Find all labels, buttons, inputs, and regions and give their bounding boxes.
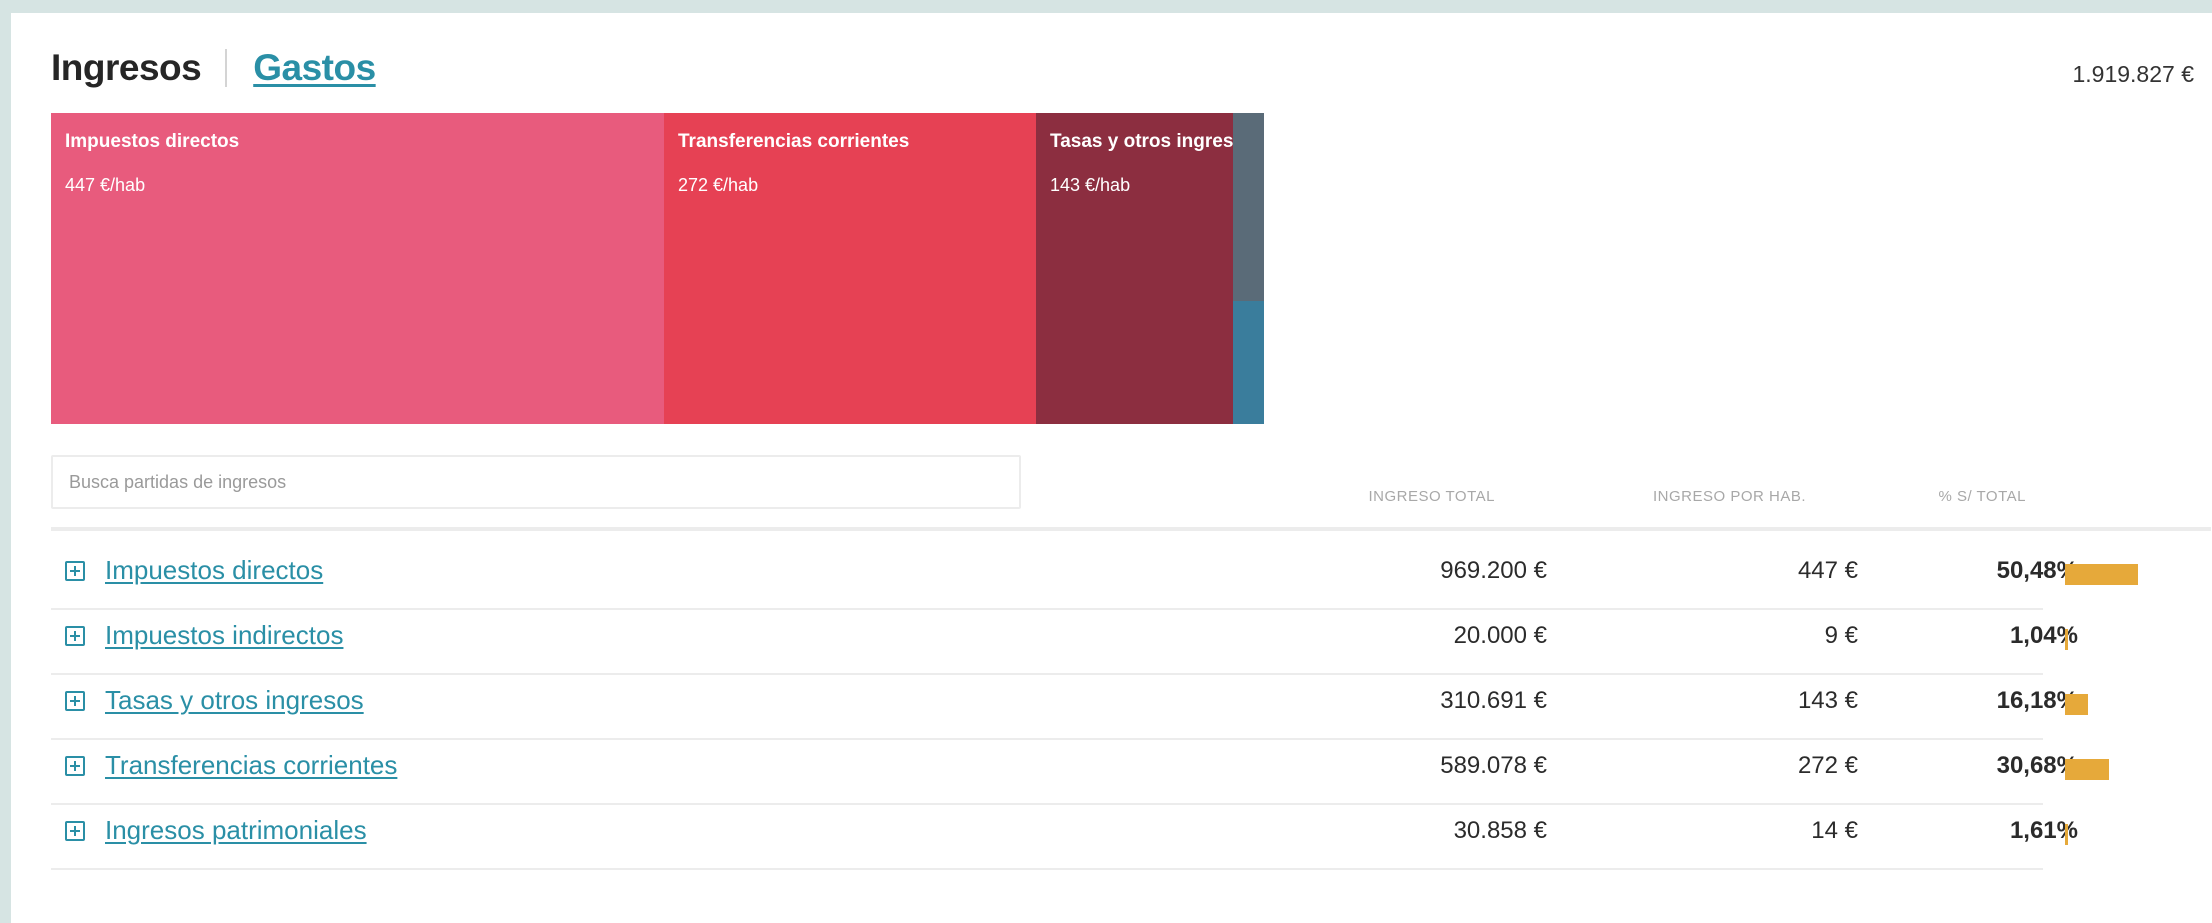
row-link[interactable]: Impuestos directos [105, 555, 323, 586]
tab-bar: Ingresos Gastos [51, 47, 376, 89]
treemap: Impuestos directos 447 €/hab Transferenc… [51, 113, 1764, 424]
expand-plus-icon[interactable] [65, 691, 85, 711]
table-row: Transferencias corrientes 589.078 € 272 … [51, 740, 2110, 805]
row-link[interactable]: Transferencias corrientes [105, 750, 397, 781]
budget-panel: Ingresos Gastos 1.919.827 € Impuestos di… [11, 13, 2212, 923]
table-row: Impuestos indirectos 20.000 € 9 € 1,04% [51, 610, 2078, 675]
tab-gastos[interactable]: Gastos [253, 47, 376, 89]
treemap-tile-impuestos-indirectos[interactable] [1233, 301, 1264, 424]
expand-plus-icon[interactable] [65, 561, 85, 581]
column-header-pct[interactable]: % S/ TOTAL [1938, 488, 2026, 505]
pct-bar [2065, 629, 2068, 650]
header-divider [51, 527, 2211, 531]
row-link[interactable]: Impuestos indirectos [105, 620, 343, 651]
table-row: Impuestos directos 969.200 € 447 € 50,48… [51, 545, 2139, 610]
search-input[interactable] [51, 455, 1021, 509]
tile-value: 272 €/hab [678, 175, 759, 195]
pct-bar [2065, 759, 2110, 780]
column-header-per-hab[interactable]: INGRESO POR HAB. [1653, 488, 1806, 505]
expand-plus-icon[interactable] [65, 821, 85, 841]
table-row: Ingresos patrimoniales 30.858 € 14 € 1,6… [51, 805, 2078, 870]
tab-ingresos[interactable]: Ingresos [51, 47, 202, 89]
tile-name: Tasas y otros ingresos [1050, 131, 1233, 152]
income-table: Impuestos directos 969.200 € 447 € 50,48… [51, 545, 2139, 870]
table-row: Tasas y otros ingresos 310.691 € 143 € 1… [51, 675, 2089, 740]
pct-bar [2065, 564, 2139, 585]
treemap-tile-transferencias-corrientes[interactable]: Transferencias corrientes 272 €/hab [664, 113, 1036, 424]
cell-per-hab: 9 € [1824, 622, 1858, 649]
expand-plus-icon[interactable] [65, 626, 85, 646]
cell-total: 20.000 € [1453, 622, 1547, 649]
row-link[interactable]: Ingresos patrimoniales [105, 815, 367, 846]
pct-bar [2065, 824, 2068, 845]
treemap-tile-ingresos-patrimoniales[interactable] [1233, 113, 1264, 301]
tile-value: 143 €/hab [1050, 175, 1131, 195]
cell-total: 30.858 € [1453, 817, 1547, 844]
tile-value: 447 €/hab [65, 175, 146, 195]
expand-plus-icon[interactable] [65, 756, 85, 776]
cell-per-hab: 447 € [1797, 557, 1858, 584]
tab-divider [225, 49, 228, 87]
treemap-tile-tasas-y-otros-ingresos[interactable]: Tasas y otros ingresos 143 €/hab [1036, 113, 1233, 424]
treemap-tile-impuestos-directos[interactable]: Impuestos directos 447 €/hab [51, 113, 664, 424]
cell-per-hab: 14 € [1811, 817, 1858, 844]
pct-bar [2065, 694, 2089, 715]
cell-per-hab: 143 € [1797, 687, 1858, 714]
tile-name: Transferencias corrientes [678, 131, 910, 152]
tile-name: Impuestos directos [65, 131, 240, 152]
cell-per-hab: 272 € [1797, 752, 1858, 779]
cell-total: 310.691 € [1440, 687, 1547, 714]
grand-total: 1.919.827 € [2072, 61, 2194, 87]
cell-total: 589.078 € [1440, 752, 1547, 779]
cell-total: 969.200 € [1440, 557, 1547, 584]
row-link[interactable]: Tasas y otros ingresos [105, 685, 364, 716]
column-header-total[interactable]: INGRESO TOTAL [1368, 488, 1495, 505]
